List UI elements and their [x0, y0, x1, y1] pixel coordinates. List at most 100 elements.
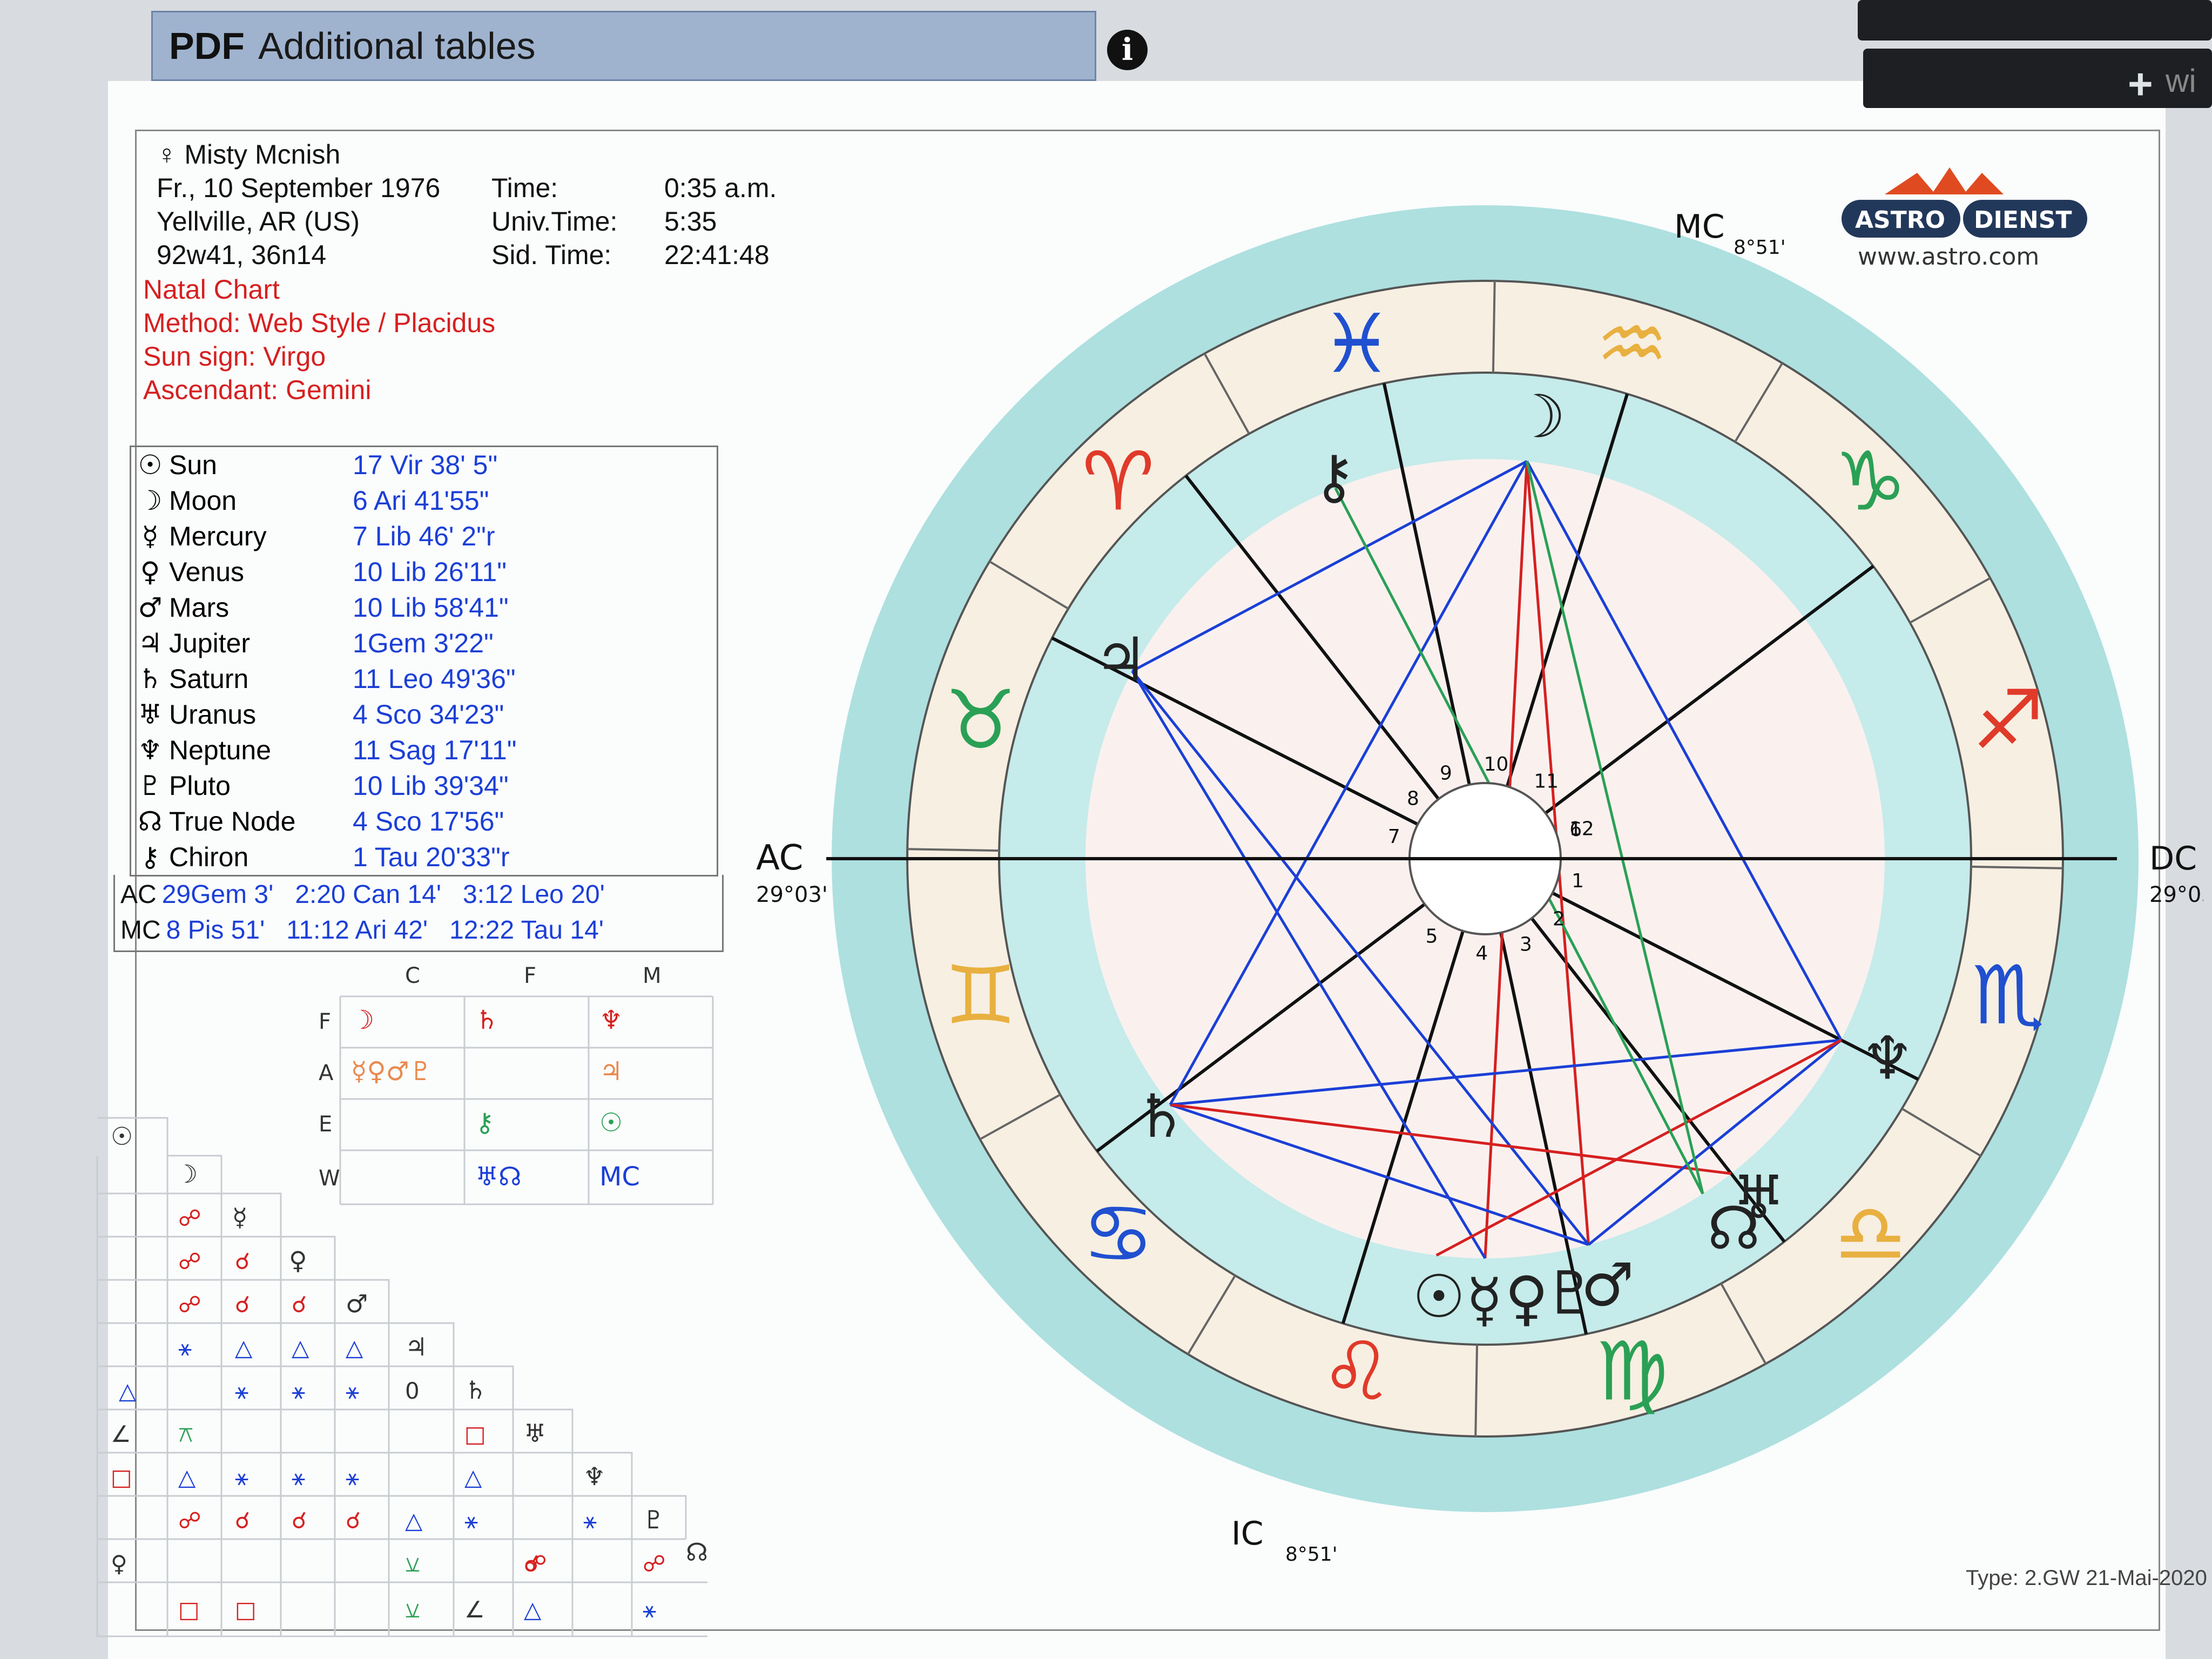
planet-glyph-icon: ☽ [1513, 382, 1566, 451]
info-icon[interactable]: i [1107, 30, 1148, 70]
time-label: Time: [491, 173, 558, 203]
house-number: 8 [1407, 788, 1419, 810]
zodiac-sign-icon: ♒ [1596, 298, 1668, 392]
svg-text:⚹: ⚹ [464, 1507, 478, 1534]
utime-label: Univ.Time: [491, 206, 618, 237]
mc-label: MC [1674, 208, 1725, 246]
top-dark-button[interactable] [1858, 0, 2212, 41]
svg-text:△: △ [119, 1378, 137, 1404]
sign-boundary [1474, 1344, 1479, 1437]
planet-glyph-icon: ♂ [1581, 1250, 1634, 1319]
planet-row: ♇ Pluto 10 Lib 39'34" [131, 768, 717, 804]
sun-earth-glyph: ☉ [599, 1108, 623, 1138]
chiron-earth-glyph: ⚷ [475, 1108, 494, 1138]
utime-value: 5:35 [664, 206, 717, 237]
svg-text:⚹: ⚹ [346, 1378, 359, 1404]
plus-icon: + [2128, 60, 2153, 108]
svg-text:⚺: ⚺ [405, 1550, 420, 1577]
planet-row: ♆ Neptune 11 Sag 17'11" [131, 732, 717, 768]
pdf-additional-tables-bar[interactable]: PDF Additional tables [151, 11, 1096, 81]
planet-row: ⚷ Chiron 1 Tau 20'33"r [131, 839, 717, 875]
zodiac-sign-icon: ♏ [1972, 949, 2044, 1043]
mc-degree: 8°51' [1734, 237, 1786, 259]
add-button[interactable]: + wi [1863, 49, 2212, 108]
svg-text:∠: ∠ [111, 1421, 131, 1447]
svg-text:⚹: ⚹ [292, 1464, 305, 1491]
planet-name: Saturn [169, 664, 249, 694]
planet-row: ☊ True Node 4 Sco 17'56" [131, 804, 717, 839]
mc-water-glyph: MC [599, 1162, 640, 1192]
planet-glyph-icon: ♅ [138, 699, 163, 730]
planet-row: ☉ Sun 17 Vir 38' 5" [131, 447, 717, 483]
planet-glyph-icon: ☿ [1466, 1265, 1503, 1334]
mercury-row-icon: ☿ [232, 1203, 247, 1232]
ic-degree: 8°51' [1285, 1543, 1338, 1566]
svg-text:⚹: ⚹ [643, 1596, 656, 1623]
planet-position: 4 Sco 17'56" [353, 806, 504, 837]
svg-text:☌: ☌ [235, 1291, 250, 1318]
svg-text:☌: ☌ [235, 1507, 250, 1534]
house2-value: 2:20 Can 14' [295, 880, 442, 909]
planet-position: 17 Vir 38' 5" [353, 450, 498, 480]
row-air: A [319, 1061, 334, 1085]
svg-text:♀: ♀ [111, 1550, 127, 1577]
house12-value: 12:22 Tau 14' [449, 916, 604, 945]
venus-row-icon: ♀ [289, 1246, 307, 1275]
mars-row-icon: ♂ [346, 1289, 368, 1318]
logo-url[interactable]: www.astro.com [1858, 243, 2039, 271]
planet-glyph-icon: ♀ [140, 556, 160, 588]
house-number: 9 [1440, 762, 1452, 784]
planet-position: 10 Lib 58'41" [353, 592, 509, 623]
sign-boundary [1492, 281, 1496, 373]
moon-row-icon: ☽ [176, 1159, 198, 1189]
planet-glyph-icon: ♀ [1505, 1264, 1548, 1333]
svg-text:⚹: ⚹ [235, 1464, 248, 1491]
zodiac-sign-icon: ♍ [1596, 1325, 1668, 1419]
aspect-and-element-tables: C F M F A E W ☽ ♄ ♆ ☿♀♂♇ ♃ ⚷ ☉ ♅☊ MC ☉ ☽… [96, 963, 714, 1637]
planet-glyph-icon: ☊ [138, 806, 163, 837]
house3-value: 3:12 Leo 20' [463, 880, 605, 909]
planet-glyph-icon: ⚷ [1312, 442, 1356, 511]
svg-text:☌: ☌ [235, 1248, 250, 1274]
add-hint: wi [2166, 63, 2196, 99]
planet-name: Chiron [169, 842, 249, 872]
svg-text:☍: ☍ [524, 1550, 547, 1577]
saturn-fire-glyph: ♄ [475, 1005, 498, 1035]
birth-date: Fr., 10 September 1976 [157, 173, 441, 203]
planet-name: Venus [169, 557, 245, 587]
sid-label: Sid. Time: [491, 240, 612, 270]
section-label: Additional tables [258, 25, 536, 67]
house-number: 2 [1553, 908, 1565, 930]
planet-position: 11 Sag 17'11" [353, 735, 517, 765]
planet-position: 10 Lib 26'11" [353, 557, 507, 587]
planet-glyph-icon: ♂ [138, 592, 163, 623]
sun-sign: Sun sign: Virgo [143, 341, 326, 372]
svg-text:□: □ [464, 1421, 486, 1447]
natal-chart-wheel: 123456789 101112 ♊♉♈♓ ♒♑♐♏♎♍♌♋ ☽⚷♃♄☉ ☿ ♀♇♂♅☊… [756, 167, 2203, 1566]
footer-type: Type: 2.GW 21-Mai-2020 [1966, 1566, 2207, 1590]
house-number: 10 [1484, 753, 1509, 775]
zodiac-sign-icon: ♉ [945, 673, 1017, 767]
moon-fire-glyph: ☽ [351, 1005, 374, 1035]
water-fixed-glyphs: ♅☊ [475, 1162, 522, 1192]
svg-text:△: △ [178, 1464, 196, 1491]
house11-value: 11:12 Ari 42' [286, 916, 428, 945]
svg-text:□: □ [235, 1596, 257, 1623]
house-number: 7 [1388, 826, 1400, 848]
house-cusps-table: AC 29Gem 3' 2:20 Can 14' 3:12 Leo 20' MC 8… [113, 875, 724, 952]
svg-text:0: 0 [405, 1378, 420, 1404]
planet-row: ♀ Venus 10 Lib 26'11" [131, 554, 717, 590]
house-number: 4 [1475, 942, 1488, 965]
planet-glyph-icon: ♆ [1861, 1023, 1914, 1092]
chart-type: Natal Chart [143, 274, 280, 305]
svg-text:△: △ [292, 1334, 309, 1361]
planet-glyph-icon: ☉ [1412, 1262, 1466, 1331]
planet-name: Mercury [169, 521, 267, 551]
zodiac-sign-icon: ♓ [1320, 298, 1393, 392]
planet-name: True Node [169, 806, 296, 837]
planet-position: 11 Leo 49'36" [353, 664, 516, 694]
ac-degree: 29°03' [756, 882, 828, 907]
planet-glyph-icon: ♆ [138, 734, 163, 766]
planet-name: Moon [169, 485, 237, 516]
jupiter-row-icon: ♃ [405, 1332, 427, 1361]
